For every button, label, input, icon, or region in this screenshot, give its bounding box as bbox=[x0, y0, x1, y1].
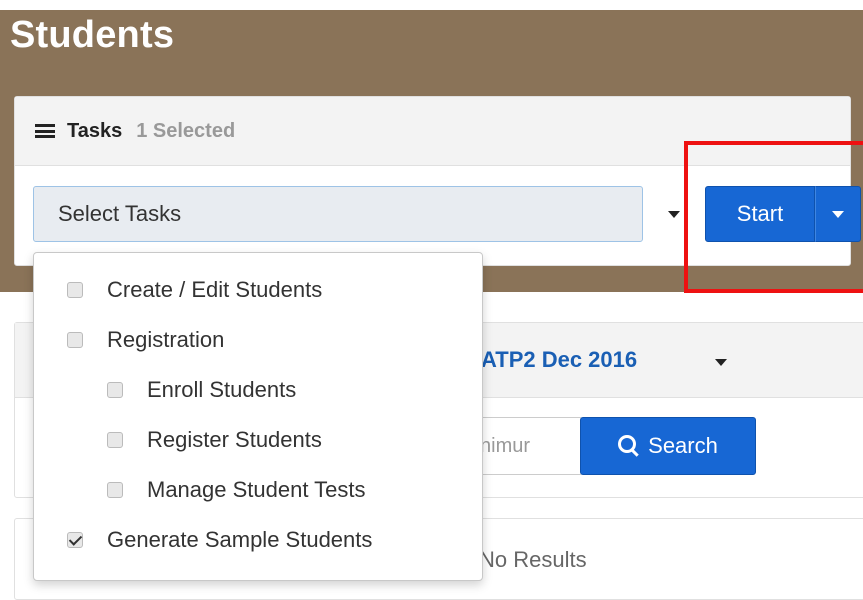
search-button[interactable]: Search bbox=[580, 417, 756, 475]
chevron-down-icon bbox=[668, 210, 680, 218]
option-label: Manage Student Tests bbox=[147, 477, 366, 502]
checkbox-icon[interactable] bbox=[107, 382, 123, 398]
no-results-text: No Results bbox=[479, 547, 587, 572]
option-register-students[interactable]: Register Students bbox=[107, 427, 322, 453]
list-icon bbox=[35, 124, 55, 138]
option-label: Create / Edit Students bbox=[107, 277, 323, 302]
option-generate-sample-students[interactable]: Generate Sample Students bbox=[67, 527, 372, 553]
select-tasks-placeholder: Select Tasks bbox=[58, 201, 182, 226]
checkbox-icon[interactable] bbox=[107, 482, 123, 498]
option-label: Register Students bbox=[147, 427, 322, 452]
minimum-input-text: nimur bbox=[480, 434, 531, 457]
top-strip bbox=[0, 0, 863, 10]
option-label: Enroll Students bbox=[147, 377, 297, 402]
tasks-label: Tasks bbox=[67, 119, 123, 142]
search-icon bbox=[618, 435, 637, 453]
select-tasks-dropdown[interactable]: Select Tasks bbox=[33, 186, 643, 242]
option-enroll-students[interactable]: Enroll Students bbox=[107, 377, 296, 403]
selected-count: 1 Selected bbox=[136, 119, 236, 142]
chevron-down-icon[interactable] bbox=[715, 359, 727, 366]
page-title: Students bbox=[10, 14, 175, 56]
search-button-label: Search bbox=[648, 433, 718, 458]
option-label: Registration bbox=[107, 327, 225, 352]
checkbox-icon[interactable] bbox=[67, 332, 83, 348]
administration-selector[interactable]: ATP2 Dec 2016 bbox=[481, 347, 637, 373]
highlight-box bbox=[684, 141, 863, 293]
checkbox-icon[interactable] bbox=[67, 282, 83, 298]
option-registration[interactable]: Registration bbox=[67, 327, 224, 353]
option-create-edit-students[interactable]: Create / Edit Students bbox=[67, 277, 322, 303]
checkbox-checked-icon[interactable] bbox=[67, 532, 83, 548]
tasks-dropdown-menu: Create / Edit Students Registration Enro… bbox=[33, 252, 483, 581]
option-manage-student-tests[interactable]: Manage Student Tests bbox=[107, 477, 366, 503]
option-label: Generate Sample Students bbox=[107, 527, 373, 552]
checkbox-icon[interactable] bbox=[107, 432, 123, 448]
